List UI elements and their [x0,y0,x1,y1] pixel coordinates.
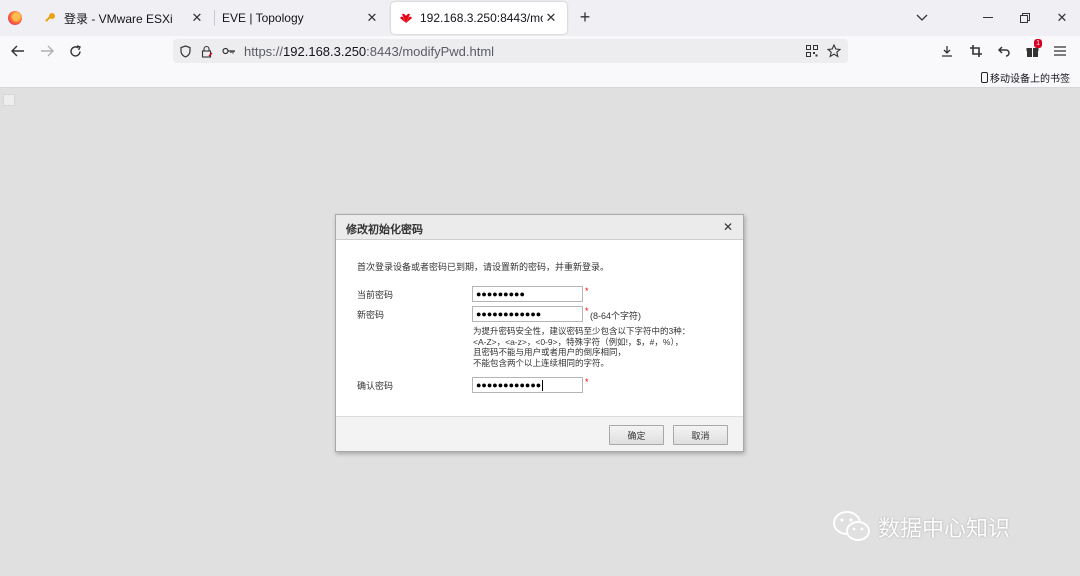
required-mark: * [585,306,589,316]
new-tab-button[interactable]: + [575,8,595,28]
tab-title: EVE | Topology [222,11,304,25]
key-permission-icon[interactable] [221,43,237,59]
firefox-icon [8,11,22,25]
phone-icon [981,72,988,83]
hint-line: 不能包含两个以上连续相同的字符。 [473,357,610,368]
extensions-gift-icon[interactable]: 1 [1022,39,1042,61]
new-password-input[interactable]: ●●●●●●●●●●●● [472,306,583,322]
tab-eve[interactable]: EVE | Topology ✕ [214,2,388,34]
dialog-body: 首次登录设备或者密码已到期，请设置新的密码，并重新登录。 当前密码 ●●●●●●… [336,240,743,416]
watermark-text: 数据中心知识 [878,516,1011,541]
minimize-icon[interactable] [978,8,998,28]
confirm-password-value: ●●●●●●●●●●●● [476,380,542,390]
key-icon [43,11,57,25]
shield-icon[interactable] [177,43,193,59]
huawei-icon [399,11,413,25]
watermark: 数据中心知识 [832,510,1010,544]
cancel-button[interactable]: 取消 [673,425,728,445]
reload-icon[interactable] [65,41,85,61]
menu-icon[interactable] [1050,41,1070,61]
close-window-icon[interactable]: ✕ [1052,8,1072,28]
crop-icon[interactable] [966,41,986,61]
bookmark-star-icon[interactable] [826,43,842,59]
tab-title: 192.168.3.250:8443/modifyP... [420,11,543,25]
hint-line: <A-Z>，<a-z>，<0-9>，特殊字符（例如!，$，#，%）， [473,336,684,347]
tab-esxi[interactable]: 登录 - VMware ESXi ✕ [35,2,213,34]
hint-line: 且密码不能与用户或者用户的倒序相同， [473,347,627,357]
url-host: 192.168.3.250 [283,44,367,59]
password-rules-hint: 为提升密码安全性，建议密码至少包含以下字符中的3种： <A-Z>，<a-z>，<… [473,326,690,368]
tab-title: 登录 - VMware ESXi [64,11,173,26]
hint-line: 为提升密码安全性，建议密码至少包含以下字符中的3种： [473,326,691,336]
modify-password-dialog: 修改初始化密码 ✕ 首次登录设备或者密码已到期，请设置新的密码，并重新登录。 当… [335,214,744,452]
mobile-bookmarks-label: 移动设备上的书签 [990,74,1070,85]
download-icon[interactable] [937,41,957,61]
wechat-icon [832,510,872,544]
url-text[interactable]: https://192.168.3.250:8443/modifyPwd.htm… [244,44,494,59]
current-password-input[interactable]: ●●●●●●●●● [472,286,583,302]
mobile-bookmarks[interactable]: 移动设备上的书签 [981,70,1070,85]
forward-icon[interactable] [37,41,57,61]
url-scheme: https:// [244,44,284,59]
bookmarks-bar: 移动设备上的书签 [0,66,1080,88]
dialog-header: 修改初始化密码 ✕ [336,215,743,240]
undo-icon[interactable] [994,41,1014,61]
ok-button[interactable]: 确定 [609,425,664,445]
length-hint: (8-64个字符) [590,311,642,321]
list-all-tabs-icon[interactable] [912,8,932,28]
url-bar[interactable]: https://192.168.3.250:8443/modifyPwd.htm… [173,39,848,63]
close-tab-icon[interactable]: ✕ [364,10,380,26]
back-icon[interactable] [8,41,28,61]
firefox-view-button[interactable] [0,0,30,36]
dialog-footer: 确定 取消 [336,416,743,451]
confirm-password-label: 确认密码 [357,381,394,391]
dialog-message: 首次登录设备或者密码已到期，请设置新的密码，并重新登录。 [357,262,610,272]
confirm-password-input[interactable]: ●●●●●●●●●●●● [472,377,583,393]
close-icon[interactable]: ✕ [723,220,733,234]
current-password-label: 当前密码 [357,290,394,300]
qr-code-icon[interactable] [804,43,820,59]
notification-badge: 1 [1034,39,1042,48]
new-password-label: 新密码 [357,310,385,320]
close-tab-icon[interactable]: ✕ [189,10,205,26]
restore-icon[interactable] [1015,8,1035,28]
nav-bar: https://192.168.3.250:8443/modifyPwd.htm… [0,36,1080,66]
url-path: :8443/modifyPwd.html [366,44,495,59]
tab-modify-pwd[interactable]: 192.168.3.250:8443/modifyP... ✕ [391,2,567,34]
close-tab-icon[interactable]: ✕ [543,10,559,26]
tab-bar: 登录 - VMware ESXi ✕ EVE | Topology ✕ 192.… [0,0,1080,36]
lock-icon[interactable] [199,43,215,59]
required-mark: * [585,286,589,296]
broken-image-icon [3,94,15,106]
text-caret [542,379,544,391]
dialog-title: 修改初始化密码 [346,224,423,236]
required-mark: * [585,377,589,387]
